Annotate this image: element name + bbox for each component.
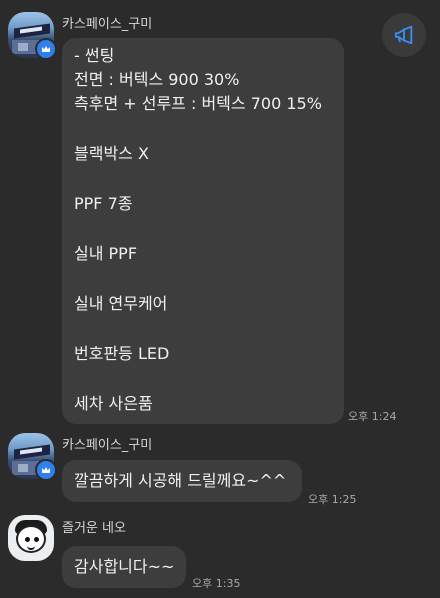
message-bubble[interactable]: 깔끔하게 시공해 드릴께요~^^ bbox=[62, 460, 302, 502]
megaphone-icon bbox=[394, 25, 413, 45]
sender-name: 즐거운 네오 bbox=[62, 521, 126, 536]
sender-name: 카스페이스_구미 bbox=[62, 17, 153, 32]
crown-icon bbox=[35, 38, 57, 60]
message-line bbox=[74, 116, 332, 142]
message-line: 실내 연무케어 bbox=[74, 294, 168, 313]
message-time: 오후 1:35 bbox=[192, 577, 241, 590]
message-line: 세차 사은품 bbox=[74, 394, 153, 413]
message-line: PPF 7종 bbox=[74, 194, 133, 213]
message-bubble[interactable]: - 썬팅 전면 : 버텍스 900 30% 측후면 + 선루프 : 버텍스 70… bbox=[62, 38, 344, 424]
message-line bbox=[74, 316, 332, 342]
message-line: 측후면 + 선루프 : 버텍스 700 15% bbox=[74, 94, 322, 113]
message-line bbox=[74, 166, 332, 192]
message-line: - 썬팅 bbox=[74, 46, 115, 65]
message-line: 실내 PPF bbox=[74, 244, 138, 263]
avatar[interactable] bbox=[8, 515, 54, 561]
message-line bbox=[74, 366, 332, 392]
message-line: 블랙박스 X bbox=[74, 144, 149, 163]
message-bubble[interactable]: 감사합니다~~ bbox=[62, 546, 186, 588]
message-line bbox=[74, 266, 332, 292]
message-text: 깔끔하게 시공해 드릴께요~^^ bbox=[74, 471, 287, 490]
message-line: 전면 : 버텍스 900 30% bbox=[74, 70, 240, 89]
message-line: 번호판등 LED bbox=[74, 344, 170, 363]
message-time: 오후 1:25 bbox=[308, 493, 357, 506]
message-time: 오후 1:24 bbox=[348, 410, 397, 423]
sender-name: 카스페이스_구미 bbox=[62, 438, 153, 453]
message-line bbox=[74, 216, 332, 242]
crown-icon bbox=[35, 459, 57, 481]
message-text: 감사합니다~~ bbox=[74, 557, 175, 576]
announcement-button[interactable] bbox=[382, 13, 426, 57]
